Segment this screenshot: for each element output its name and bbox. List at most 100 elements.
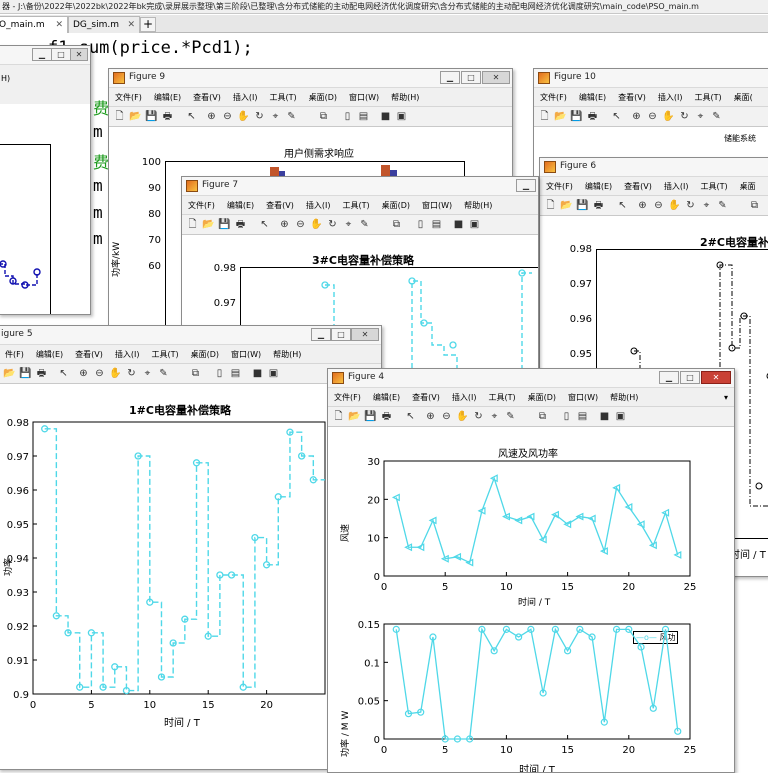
menu-desktop[interactable]: 桌面(D) bbox=[376, 197, 416, 214]
show-plot-tools-icon[interactable]: ▣ bbox=[614, 410, 627, 423]
print-icon[interactable]: 🖶 bbox=[586, 110, 599, 123]
print-icon[interactable]: 🖶 bbox=[234, 218, 247, 231]
menu-edit[interactable]: 编辑(E) bbox=[367, 389, 406, 406]
open-file-icon[interactable]: 📂 bbox=[554, 110, 567, 123]
brush-icon[interactable]: ✎ bbox=[358, 218, 371, 231]
zoom-in-icon[interactable]: ⊕ bbox=[424, 410, 437, 423]
select-arrow-icon[interactable]: ↖ bbox=[185, 110, 198, 123]
brush-icon[interactable]: ✎ bbox=[157, 367, 170, 380]
data-cursor-icon[interactable]: ⌖ bbox=[342, 218, 355, 231]
menu-insert[interactable]: 插入(I) bbox=[658, 178, 695, 195]
brush-icon[interactable]: ✎ bbox=[504, 410, 517, 423]
zoom-in-icon[interactable]: ⊕ bbox=[630, 110, 643, 123]
colorbar-icon[interactable]: ▯ bbox=[213, 367, 226, 380]
menu-view[interactable]: 查看(V) bbox=[612, 89, 652, 106]
menu-desktop[interactable]: 桌面 bbox=[734, 178, 762, 195]
hide-plot-tools-icon[interactable]: ■ bbox=[452, 218, 465, 231]
rotate-icon[interactable]: ↻ bbox=[326, 218, 339, 231]
link-plot-icon[interactable]: ⧉ bbox=[748, 199, 761, 212]
menu-desktop[interactable]: 桌面( bbox=[728, 89, 759, 106]
menu-file[interactable]: 文件(F) bbox=[540, 178, 579, 195]
pan-hand-icon[interactable]: ✋ bbox=[237, 110, 250, 123]
rotate-icon[interactable]: ↻ bbox=[125, 367, 138, 380]
menu-tools[interactable]: 工具(T) bbox=[336, 197, 375, 214]
menu-window[interactable]: 窗口(W) bbox=[562, 389, 604, 406]
pan-hand-icon[interactable]: ✋ bbox=[662, 110, 675, 123]
colorbar-icon[interactable]: ▯ bbox=[414, 218, 427, 231]
close-button[interactable]: ✕ bbox=[482, 71, 510, 84]
legend-icon[interactable]: ▤ bbox=[229, 367, 242, 380]
new-figure-icon[interactable]: 🗋 bbox=[113, 110, 126, 123]
colorbar-icon[interactable]: ▯ bbox=[341, 110, 354, 123]
data-cursor-icon[interactable]: ⌖ bbox=[141, 367, 154, 380]
pan-hand-icon[interactable]: ✋ bbox=[456, 410, 469, 423]
menu-window[interactable]: 窗口(W) bbox=[343, 89, 385, 106]
maximize-button[interactable]: □ bbox=[461, 71, 481, 84]
show-plot-tools-icon[interactable]: ▣ bbox=[267, 367, 280, 380]
link-plot-icon[interactable]: ⧉ bbox=[536, 410, 549, 423]
chevron-down-icon[interactable]: ▾ bbox=[718, 389, 734, 406]
colorbar-icon[interactable]: ▯ bbox=[560, 410, 573, 423]
menu-insert[interactable]: 插入(I) bbox=[109, 346, 146, 363]
close-icon[interactable]: ✕ bbox=[55, 17, 63, 33]
brush-icon[interactable]: ✎ bbox=[710, 110, 723, 123]
close-button[interactable]: ✕ bbox=[701, 371, 731, 384]
zoom-in-icon[interactable]: ⊕ bbox=[636, 199, 649, 212]
close-icon[interactable]: ✕ bbox=[127, 17, 135, 33]
rotate-icon[interactable]: ↻ bbox=[472, 410, 485, 423]
tab-pso-main[interactable]: O_main.m ✕ bbox=[0, 16, 68, 33]
select-arrow-icon[interactable]: ↖ bbox=[258, 218, 271, 231]
menu-help[interactable]: 帮助(H) bbox=[604, 389, 644, 406]
minimize-button[interactable]: ▁ bbox=[516, 179, 536, 192]
menu-help[interactable]: 帮助(H) bbox=[458, 197, 498, 214]
menu-view[interactable]: 查看(V) bbox=[260, 197, 300, 214]
select-arrow-icon[interactable]: ↖ bbox=[57, 367, 70, 380]
pan-hand-icon[interactable]: ✋ bbox=[109, 367, 122, 380]
new-figure-icon[interactable]: 🗋 bbox=[186, 218, 199, 231]
zoom-out-icon[interactable]: ⊖ bbox=[294, 218, 307, 231]
legend-icon[interactable]: ▤ bbox=[357, 110, 370, 123]
menu-insert[interactable]: 插入(I) bbox=[652, 89, 689, 106]
pan-hand-icon[interactable]: ✋ bbox=[310, 218, 323, 231]
menu-help[interactable]: 帮助(H) bbox=[267, 346, 307, 363]
minimize-button[interactable]: ▁ bbox=[659, 371, 679, 384]
save-icon[interactable]: 💾 bbox=[570, 110, 583, 123]
zoom-out-icon[interactable]: ⊖ bbox=[440, 410, 453, 423]
print-icon[interactable]: 🖶 bbox=[380, 410, 393, 423]
menu-tools[interactable]: 工具(T) bbox=[482, 389, 521, 406]
minimize-button[interactable]: ▁ bbox=[311, 328, 331, 341]
open-file-icon[interactable]: 📂 bbox=[560, 199, 573, 212]
print-icon[interactable]: 🖶 bbox=[161, 110, 174, 123]
menu-desktop[interactable]: 桌面(D) bbox=[522, 389, 562, 406]
open-file-icon[interactable]: 📂 bbox=[3, 367, 16, 380]
save-icon[interactable]: 💾 bbox=[576, 199, 589, 212]
menu-edit[interactable]: 编辑(E) bbox=[30, 346, 69, 363]
legend-icon[interactable]: ▤ bbox=[576, 410, 589, 423]
menu-view[interactable]: 查看(V) bbox=[187, 89, 227, 106]
menu-window[interactable]: 窗口(W) bbox=[416, 197, 458, 214]
maximize-button[interactable]: □ bbox=[51, 48, 71, 61]
minimize-button[interactable]: ▁ bbox=[440, 71, 460, 84]
menu-view[interactable]: 查看(V) bbox=[69, 346, 109, 363]
open-file-icon[interactable]: 📂 bbox=[129, 110, 142, 123]
select-arrow-icon[interactable]: ↖ bbox=[610, 110, 623, 123]
menu-edit[interactable]: 编辑(E) bbox=[579, 178, 618, 195]
menu-tools[interactable]: 工具(T) bbox=[145, 346, 184, 363]
close-button[interactable]: ✕ bbox=[70, 48, 88, 61]
save-icon[interactable]: 💾 bbox=[145, 110, 158, 123]
menu-tools[interactable]: 工具(T) bbox=[688, 89, 727, 106]
brush-icon[interactable]: ✎ bbox=[716, 199, 729, 212]
menu-insert[interactable]: 插入(I) bbox=[300, 197, 337, 214]
link-plot-icon[interactable]: ⧉ bbox=[317, 110, 330, 123]
select-arrow-icon[interactable]: ↖ bbox=[404, 410, 417, 423]
zoom-out-icon[interactable]: ⊖ bbox=[221, 110, 234, 123]
menu-view[interactable]: 查看(V) bbox=[618, 178, 658, 195]
menu-desktop[interactable]: 桌面(D) bbox=[303, 89, 343, 106]
menu-view[interactable]: 查看(V) bbox=[406, 389, 446, 406]
zoom-in-icon[interactable]: ⊕ bbox=[77, 367, 90, 380]
link-plot-icon[interactable]: ⧉ bbox=[390, 218, 403, 231]
menu-insert[interactable]: 插入(I) bbox=[227, 89, 264, 106]
zoom-in-icon[interactable]: ⊕ bbox=[278, 218, 291, 231]
data-cursor-icon[interactable]: ⌖ bbox=[694, 110, 707, 123]
print-icon[interactable]: 🖶 bbox=[35, 367, 48, 380]
